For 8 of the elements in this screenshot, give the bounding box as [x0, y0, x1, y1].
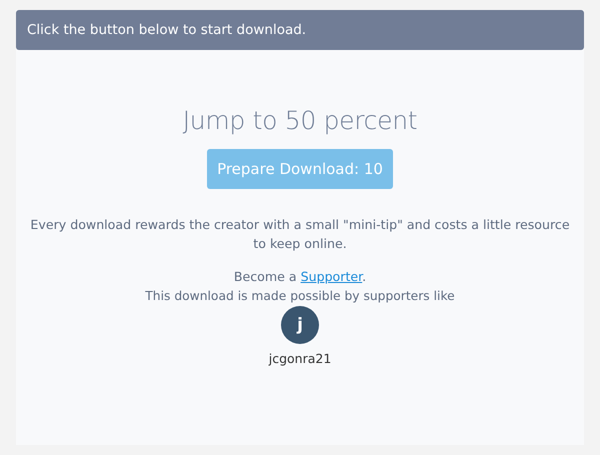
alert-banner: Click the button below to start download. — [16, 10, 584, 50]
supporters-note: This download is made possible by supporters like — [145, 289, 455, 303]
description-text: Every download rewards the creator with a small "mini-tip" and costs a little resource to keep online. — [29, 216, 571, 253]
page-title: Jump to 50 percent — [182, 106, 418, 135]
supporter-link[interactable]: Supporter — [300, 269, 362, 284]
become-supporter-text: Become a Supporter. — [234, 269, 366, 284]
user-avatar[interactable]: j — [281, 306, 319, 344]
username: jcgonra21 — [268, 351, 332, 366]
